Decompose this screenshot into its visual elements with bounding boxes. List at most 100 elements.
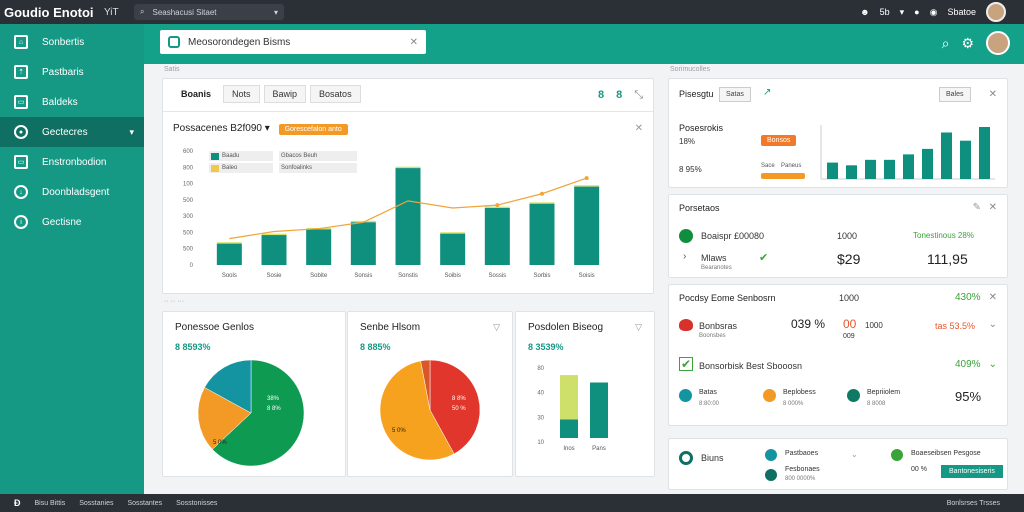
status-item[interactable]: Sosstantes	[127, 500, 162, 507]
top-bar: Goudio Enotoi YiT ⌕ Seashacusi Sitaet ▾ …	[0, 0, 1024, 24]
status-item[interactable]: Bisu Bittis	[35, 500, 66, 507]
chart-title-text: Possacenes	[173, 123, 228, 134]
edit-icon[interactable]: ✎	[973, 202, 981, 213]
bar	[261, 235, 287, 265]
panel-title: Pisesgtu	[679, 89, 714, 99]
satas-button[interactable]: Satas	[719, 87, 751, 102]
sidebar-item-settings[interactable]: i Gectisne	[0, 207, 144, 237]
search-icon[interactable]: ⌕	[942, 35, 950, 52]
right-mini-chart	[820, 125, 995, 180]
bottom-label: Biuns	[701, 453, 724, 463]
status-dot	[679, 229, 693, 243]
y-tick-label: 800	[183, 165, 194, 171]
action-one[interactable]: 8	[598, 89, 604, 102]
mini-bar-chart: 80 40 30 10 Inos Pans	[537, 366, 608, 452]
y-tick-label: 500	[183, 230, 194, 236]
tab-notes[interactable]: Nots	[223, 85, 260, 103]
dropdown-icon[interactable]: ▾	[900, 7, 905, 18]
close-icon[interactable]: ✕	[989, 292, 997, 303]
stat-value: 8 95%	[679, 165, 702, 174]
summary-big: 95%	[955, 389, 982, 404]
status-dot	[679, 389, 692, 402]
sidebar-item-analytics[interactable]: ● Gectecres ▾	[0, 117, 144, 147]
monitor-icon: ▭	[14, 155, 28, 169]
user-name[interactable]: Sbatoe	[947, 7, 976, 17]
sidebar-item-reports[interactable]: ⇡ Pastbaris	[0, 57, 144, 87]
x-tick-label: Sools	[222, 273, 237, 279]
status-dot	[891, 449, 903, 461]
primary-button[interactable]: Bantonesiseris	[941, 465, 1003, 478]
sidebar-item-label: Enstronbodion	[42, 156, 107, 168]
action-two[interactable]: 8	[616, 89, 622, 102]
bar	[865, 159, 876, 179]
summary-number: 1000	[865, 321, 883, 330]
close-icon[interactable]: ✕	[989, 202, 997, 213]
y-tick-label: 500	[183, 247, 194, 253]
sidebar-item-folders[interactable]: ▭ Baldeks	[0, 87, 144, 117]
close-icon[interactable]: ✕	[410, 37, 418, 48]
panel-title: Porsetaos	[679, 203, 720, 213]
summary-row-label: Bonbsras	[699, 321, 738, 331]
bar-top	[395, 166, 421, 169]
pie-slice-label: 38%	[267, 396, 280, 402]
main-bar-chart: 0 500 500 300 500 100 800 600 Sools Sosie Sobite So…	[183, 149, 600, 279]
users-icon[interactable]: ☻	[860, 7, 869, 17]
notification-icon[interactable]: ●	[914, 7, 919, 17]
pie-percent: 8 8593%	[175, 342, 211, 352]
summary-card: Pocdsy Eome Senbosrn 1000 430% ✕ Bonbsra…	[668, 284, 1008, 426]
perf-row-label: Mlaws	[701, 253, 727, 263]
tab-overview[interactable]: Boanis	[173, 86, 219, 102]
chevron-down-icon[interactable]: ⌄	[989, 319, 997, 330]
status-dot	[765, 449, 777, 461]
perf-row-percent: Tonestinous 28%	[913, 231, 974, 240]
status-item[interactable]: Sosstonisses	[176, 500, 217, 507]
gear-icon[interactable]: ⚙	[961, 35, 974, 52]
chevron-down-icon[interactable]: ▾	[274, 8, 278, 17]
top-search-input[interactable]: ⌕ Seashacusi Sitaet ▾	[134, 4, 284, 20]
bar-top	[529, 202, 555, 204]
header-search-input[interactable]: Meosorondegen Bisms ✕	[160, 30, 426, 54]
sidebar-item-label: Sonbertis	[42, 36, 85, 48]
status-dot	[765, 469, 777, 481]
mini-bar-card: Posdolen Biseog ▽ 8 3539% 80 40 30 10 Inos Pa…	[515, 311, 655, 477]
avatar[interactable]	[986, 2, 1006, 22]
help-icon[interactable]: ◉	[930, 7, 938, 18]
pie-card-2: Senbe Hlsom ▽ 8 885% 8 8% 50 % 5 0%	[347, 311, 513, 477]
x-tick-label: Sonstis	[398, 273, 418, 279]
chart-icon: ⇡	[14, 65, 28, 79]
checkbox[interactable]: ✔	[679, 357, 693, 371]
arrow-icon: ›	[683, 251, 687, 262]
eye-icon: ●	[14, 125, 28, 139]
tab-review[interactable]: Bawip	[263, 85, 307, 103]
panel-subtitle: Posesrokis	[679, 123, 724, 133]
expand-icon[interactable]: ⤡	[634, 89, 643, 102]
bales-button[interactable]: Bales	[939, 87, 971, 102]
bar	[827, 162, 838, 179]
chevron-down-icon[interactable]: ▾	[265, 123, 270, 134]
tab-status[interactable]: Bosatos	[310, 85, 361, 103]
chevron-down-icon[interactable]: ▽	[493, 322, 500, 333]
trend-icon: ↗	[763, 87, 772, 98]
avatar[interactable]	[986, 31, 1010, 55]
sidebar-item-downloads[interactable]: ↓ Doonbladsgent	[0, 177, 144, 207]
header: Meosorondegen Bisms ✕ ⌕ ⚙	[144, 24, 1024, 64]
chevron-down-icon[interactable]: ⌄	[989, 359, 997, 370]
summary-item-sub: 8 000%	[783, 401, 804, 407]
sidebar-item-home[interactable]: ⌂ Sonbertis	[0, 27, 144, 57]
alert-icon	[679, 319, 693, 331]
status-item[interactable]: Sosstanies	[79, 500, 113, 507]
status-dot	[679, 451, 693, 465]
info-icon: i	[14, 215, 28, 229]
card-percent: 8 3539%	[528, 342, 564, 352]
chart-title: Possacenes B2f090 ▾ Gorescefalon anto	[173, 123, 348, 135]
sidebar-item-monitor[interactable]: ▭ Enstronbodion	[0, 147, 144, 177]
close-icon[interactable]: ✕	[635, 123, 643, 134]
summary-item-label: Beplobess	[783, 389, 816, 396]
close-icon[interactable]: ✕	[989, 89, 997, 100]
section-label: ·· ·· ···	[164, 298, 185, 305]
home-icon: ⌂	[14, 35, 28, 49]
status-right: Bonlsrses Trsses	[946, 499, 1000, 507]
bottom-item: Boaeseibsen Pesgose	[911, 450, 981, 457]
chevron-down-icon[interactable]: ▽	[635, 322, 642, 333]
expand-icon[interactable]: ⌄	[851, 450, 858, 459]
